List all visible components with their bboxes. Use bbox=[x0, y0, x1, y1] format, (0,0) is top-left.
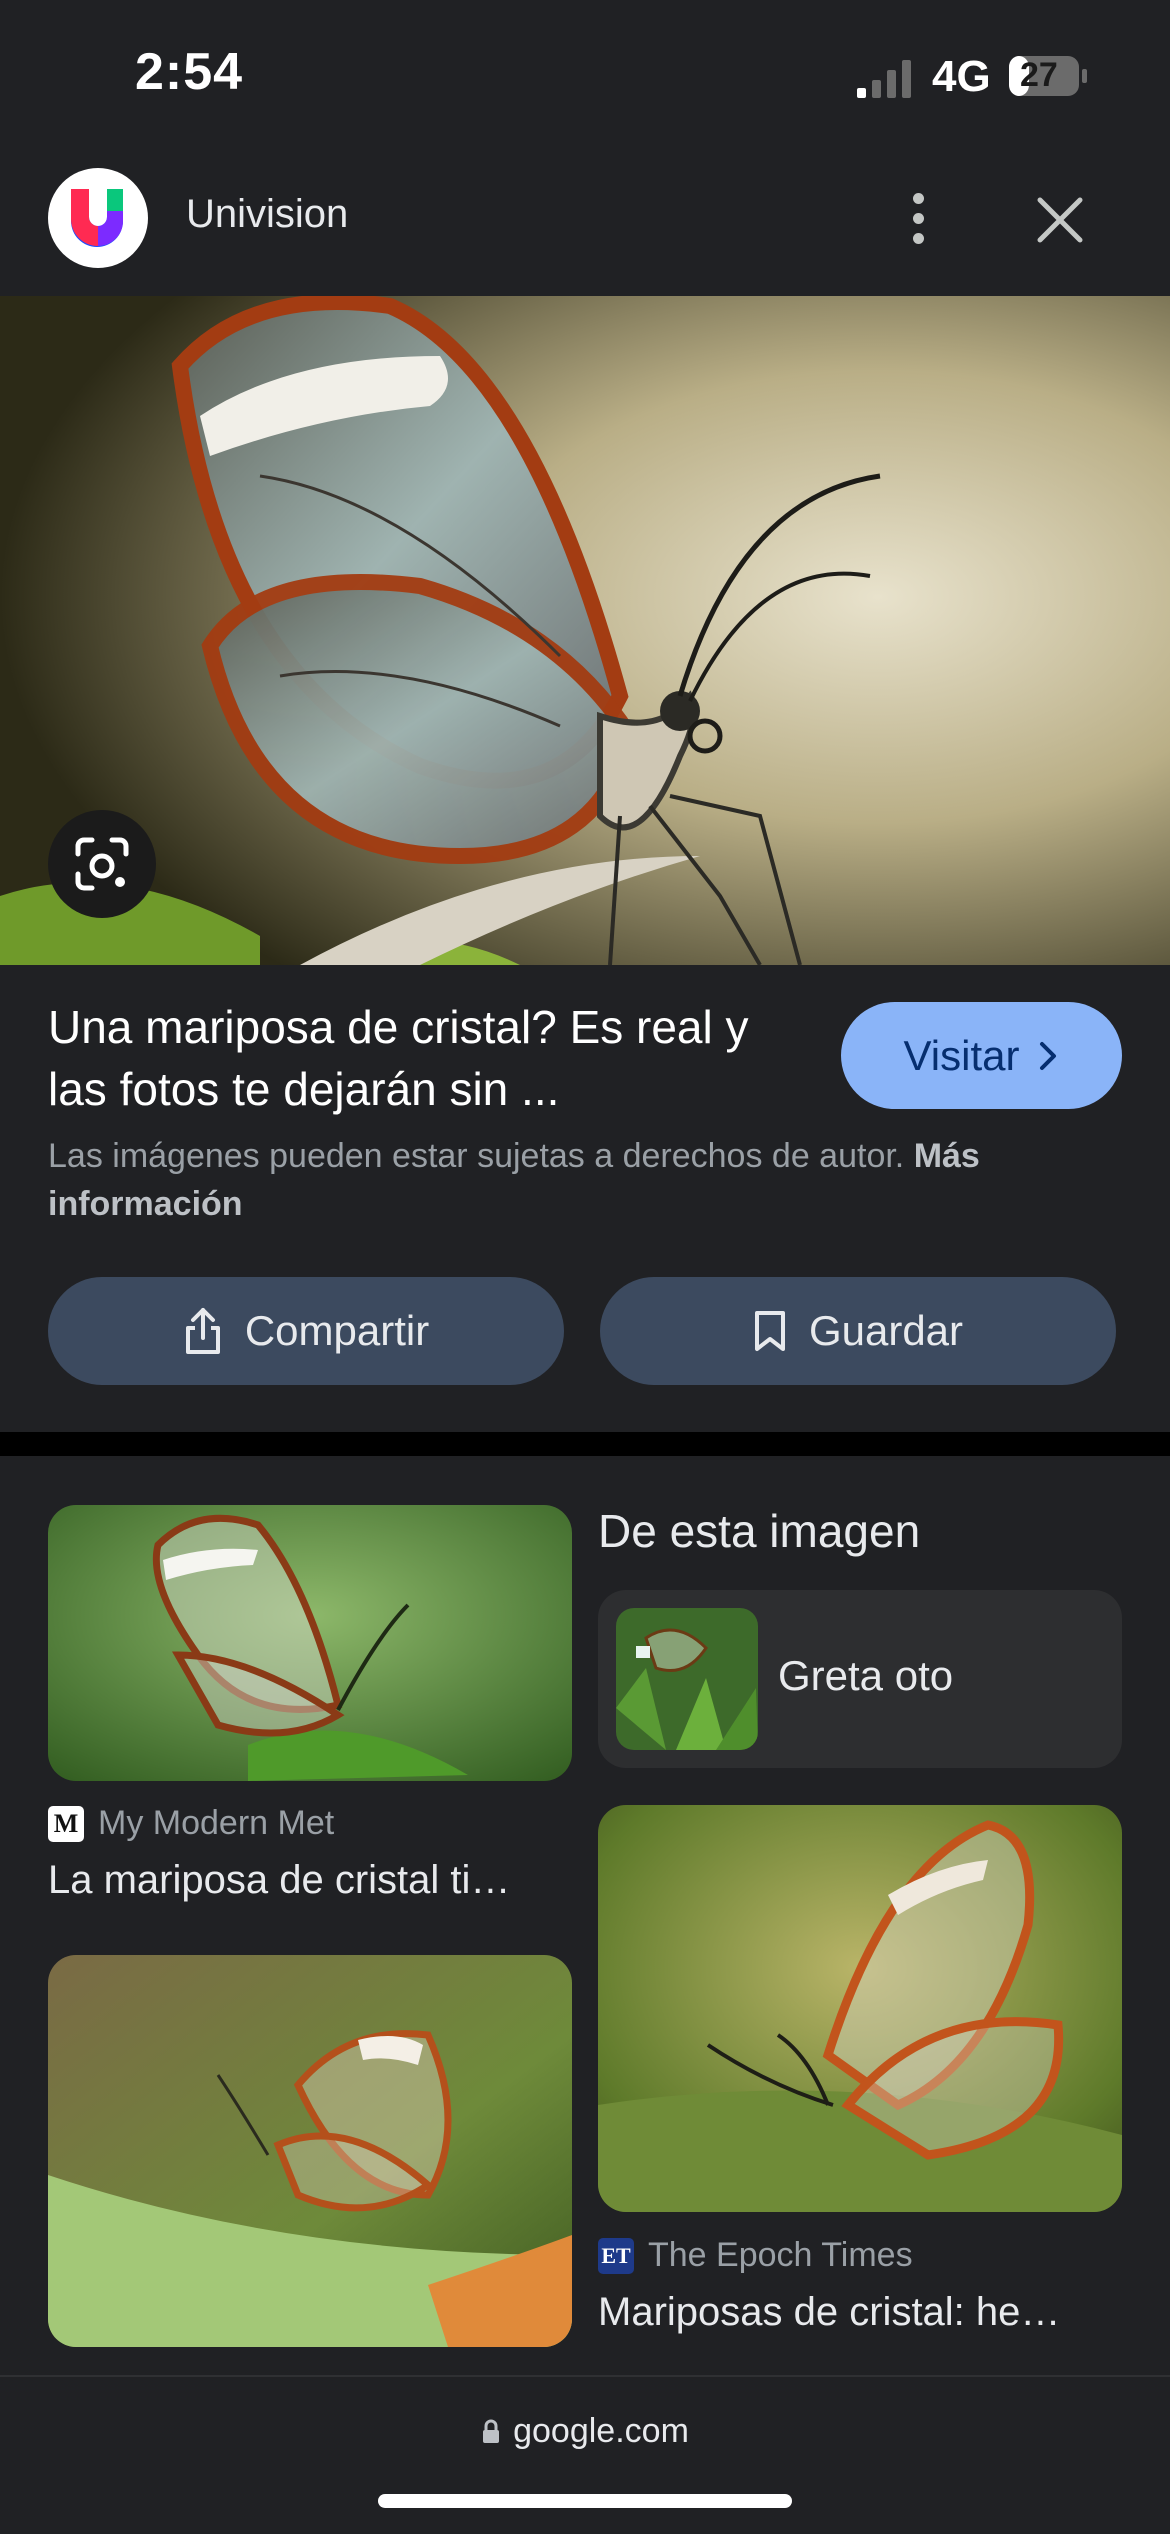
share-label: Compartir bbox=[244, 1307, 430, 1354]
chevron-right-icon bbox=[1040, 1041, 1057, 1070]
share-icon bbox=[185, 1308, 220, 1354]
url-bar[interactable]: google.com bbox=[0, 2412, 1170, 2451]
related-image-3[interactable] bbox=[48, 1955, 572, 2347]
bottom-address-bar bbox=[0, 2375, 1170, 2534]
copyright-text: Las imágenes pueden estar sujetas a dere… bbox=[48, 1137, 905, 1175]
related-image-2[interactable] bbox=[598, 1805, 1122, 2212]
visit-label: Visitar bbox=[903, 1031, 1020, 1079]
lock-icon bbox=[483, 2419, 500, 2443]
related-title-2[interactable]: Mariposas de cristal: he… bbox=[598, 2290, 1122, 2335]
entity-card-greta-oto[interactable]: Greta oto bbox=[598, 1590, 1122, 1768]
related-title-1[interactable]: La mariposa de cristal ti… bbox=[48, 1858, 572, 1903]
close-icon[interactable] bbox=[1030, 190, 1090, 250]
visit-button[interactable]: Visitar bbox=[841, 1002, 1122, 1109]
bookmark-icon bbox=[754, 1311, 785, 1351]
site-name[interactable]: Univision bbox=[186, 192, 348, 237]
battery-icon: 27 bbox=[1008, 54, 1088, 98]
url-text: google.com bbox=[513, 2412, 689, 2450]
save-button[interactable]: Guardar bbox=[600, 1277, 1116, 1385]
google-lens-icon[interactable] bbox=[48, 810, 156, 918]
signal-icon bbox=[857, 60, 911, 98]
battery-level: 27 bbox=[1020, 56, 1058, 94]
source-my-modern-met[interactable]: M My Modern Met bbox=[48, 1804, 334, 1843]
entity-label: Greta oto bbox=[778, 1652, 954, 1699]
epoch-times-icon: ET bbox=[598, 2237, 634, 2274]
result-title[interactable]: Una mariposa de cristal? Es real y las f… bbox=[48, 996, 808, 1120]
network-type: 4G bbox=[932, 52, 991, 101]
my-modern-met-icon: M bbox=[48, 1805, 84, 1842]
entity-thumbnail bbox=[616, 1608, 758, 1750]
share-button[interactable]: Compartir bbox=[48, 1277, 564, 1385]
home-indicator[interactable] bbox=[378, 2494, 792, 2508]
section-divider bbox=[0, 1432, 1170, 1456]
source-the-epoch-times[interactable]: ET The Epoch Times bbox=[598, 2236, 913, 2275]
hero-image[interactable] bbox=[0, 296, 1170, 965]
source-name: My Modern Met bbox=[98, 1804, 335, 1842]
section-title: De esta imagen bbox=[598, 1505, 921, 1557]
status-time: 2:54 bbox=[135, 43, 244, 101]
save-label: Guardar bbox=[808, 1307, 964, 1354]
related-image-1[interactable] bbox=[48, 1505, 572, 1781]
univision-logo bbox=[48, 168, 148, 268]
more-options-icon[interactable] bbox=[890, 185, 946, 251]
copyright-notice: Las imágenes pueden estar sujetas a dere… bbox=[48, 1132, 1128, 1228]
source-name: The Epoch Times bbox=[648, 2236, 913, 2274]
